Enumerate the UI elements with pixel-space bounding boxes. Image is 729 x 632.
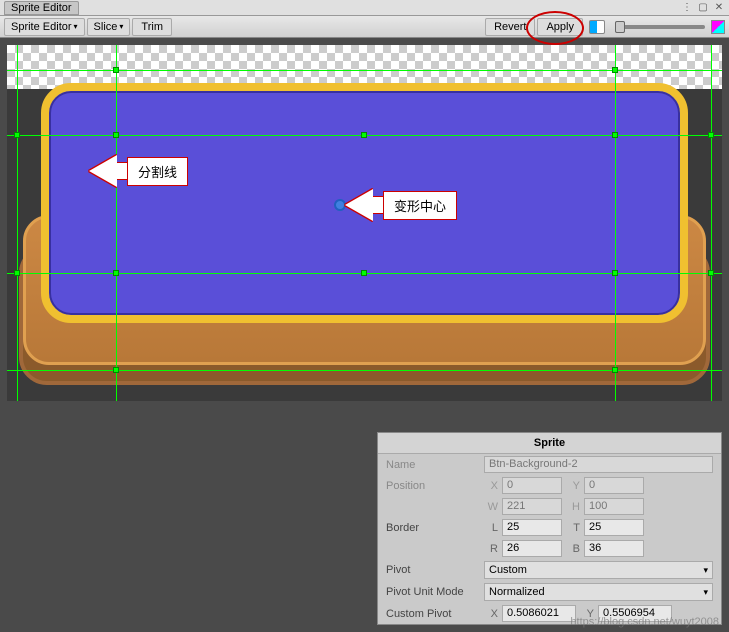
callout-split-line: 分割线 bbox=[89, 155, 188, 187]
handle[interactable] bbox=[612, 132, 618, 138]
handle[interactable] bbox=[113, 132, 119, 138]
handle[interactable] bbox=[113, 67, 119, 73]
arrow-icon bbox=[89, 155, 117, 187]
pos-w-field[interactable]: 221 bbox=[502, 498, 562, 515]
name-field[interactable]: Btn-Background-2 bbox=[484, 456, 713, 473]
maximize-icon[interactable]: ▢ bbox=[697, 2, 709, 14]
pos-h-field[interactable]: 100 bbox=[584, 498, 644, 515]
handle[interactable] bbox=[612, 270, 618, 276]
border-l-label: L bbox=[484, 522, 498, 534]
border-r-label: R bbox=[484, 543, 498, 555]
sprite-editor-dropdown[interactable]: Sprite Editor bbox=[4, 18, 85, 36]
handle[interactable] bbox=[361, 270, 367, 276]
position-label: Position bbox=[386, 480, 480, 492]
guide-right-outer[interactable] bbox=[711, 45, 712, 401]
pivot-unit-select[interactable]: Normalized bbox=[484, 583, 713, 601]
border-r-field[interactable]: 26 bbox=[502, 540, 562, 557]
channel-toggle-icon[interactable] bbox=[589, 20, 605, 34]
border-t-label: T bbox=[566, 522, 580, 534]
toolbar: Sprite Editor Slice Trim Revert Apply bbox=[0, 16, 729, 38]
guide-left-border[interactable] bbox=[116, 45, 117, 401]
pos-y-field[interactable]: 0 bbox=[584, 477, 644, 494]
border-b-field[interactable]: 36 bbox=[584, 540, 644, 557]
zoom-slider-thumb[interactable] bbox=[615, 21, 625, 33]
pivot-select[interactable]: Custom bbox=[484, 561, 713, 579]
zoom-slider[interactable] bbox=[615, 25, 705, 29]
close-icon[interactable]: ✕ bbox=[713, 2, 725, 14]
callout-label: 分割线 bbox=[127, 157, 188, 186]
pivot-unit-label: Pivot Unit Mode bbox=[386, 586, 480, 598]
custom-pivot-x-label: X bbox=[484, 608, 498, 620]
callout-deform-center: 变形中心 bbox=[345, 189, 457, 221]
sprite-inspector: Sprite Name Btn-Background-2 Position X … bbox=[377, 432, 722, 625]
border-t-field[interactable]: 25 bbox=[584, 519, 644, 536]
pos-w-label: W bbox=[484, 501, 498, 513]
handle[interactable] bbox=[708, 270, 714, 276]
border-label: Border bbox=[386, 522, 480, 534]
sprite-preview bbox=[19, 75, 710, 401]
handle[interactable] bbox=[612, 367, 618, 373]
trim-button[interactable]: Trim bbox=[132, 18, 172, 36]
slice-dropdown[interactable]: Slice bbox=[87, 18, 131, 36]
guide-right-border[interactable] bbox=[615, 45, 616, 401]
pivot-label: Pivot bbox=[386, 564, 480, 576]
callout-label: 变形中心 bbox=[383, 191, 457, 220]
border-b-label: B bbox=[566, 543, 580, 555]
pos-x-label: X bbox=[484, 480, 498, 492]
arrow-icon bbox=[345, 189, 373, 221]
guide-left-outer[interactable] bbox=[17, 45, 18, 401]
apply-button[interactable]: Apply bbox=[537, 18, 583, 36]
revert-button[interactable]: Revert bbox=[485, 18, 535, 36]
border-l-field[interactable]: 25 bbox=[502, 519, 562, 536]
window-tab[interactable]: Sprite Editor bbox=[4, 1, 79, 15]
handle[interactable] bbox=[708, 132, 714, 138]
custom-pivot-x-field[interactable]: 0.5086021 bbox=[502, 605, 576, 622]
window-menu-icon[interactable]: ⋮ bbox=[681, 2, 693, 14]
background-swatch[interactable] bbox=[711, 20, 725, 34]
handle[interactable] bbox=[361, 132, 367, 138]
titlebar: Sprite Editor ⋮ ▢ ✕ bbox=[0, 0, 729, 16]
canvas-area[interactable]: 分割线 变形中心 bbox=[7, 45, 722, 401]
handle[interactable] bbox=[113, 270, 119, 276]
inspector-header: Sprite bbox=[378, 433, 721, 454]
pos-h-label: H bbox=[566, 501, 580, 513]
name-label: Name bbox=[386, 459, 480, 471]
handle[interactable] bbox=[14, 270, 20, 276]
pos-x-field[interactable]: 0 bbox=[502, 477, 562, 494]
watermark: https://blog.csdn.net/wuyt2008 bbox=[570, 616, 719, 628]
handle[interactable] bbox=[14, 132, 20, 138]
handle[interactable] bbox=[113, 367, 119, 373]
handle[interactable] bbox=[612, 67, 618, 73]
custom-pivot-label: Custom Pivot bbox=[386, 608, 480, 620]
pos-y-label: Y bbox=[566, 480, 580, 492]
